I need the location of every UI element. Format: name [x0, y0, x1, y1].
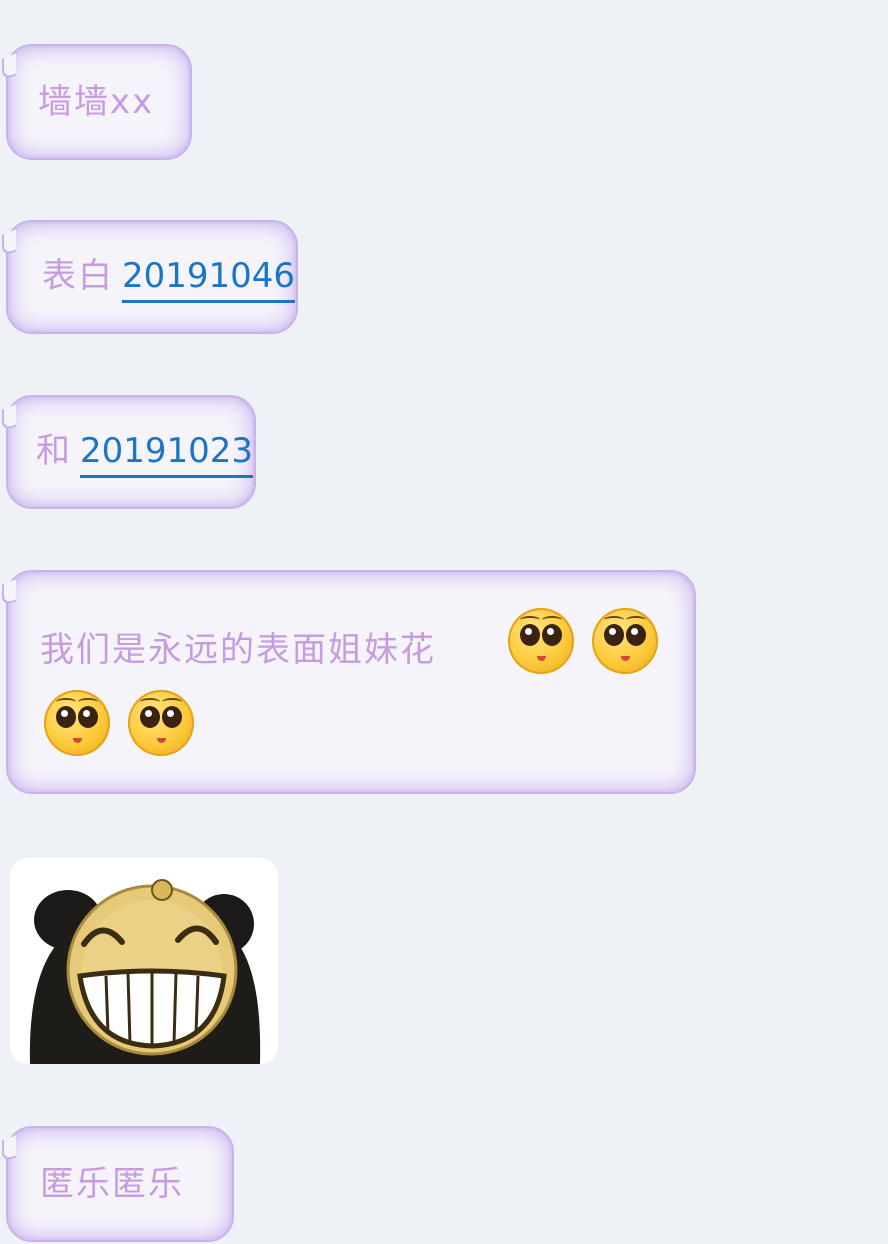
grinning-panda-icon — [29, 879, 261, 1064]
smile-emoji-icon — [128, 690, 194, 756]
message-text: 表白 — [42, 256, 114, 296]
message-bubble-3[interactable]: 和 20191023 — [6, 395, 256, 509]
smile-emoji-icon — [508, 608, 574, 674]
message-text: 匿乐匿乐 — [40, 1164, 184, 1204]
message-bubble-4[interactable]: 我们是永远的表面姐妹花 — [6, 570, 696, 794]
message-bubble-6[interactable]: 匿乐匿乐 — [6, 1126, 234, 1242]
message-text: 墙墙xx — [38, 82, 155, 122]
message-bubble-1[interactable]: 墙墙xx — [6, 44, 192, 160]
message-text: 和 — [36, 431, 72, 471]
student-id-link[interactable]: 20191046 — [122, 254, 296, 303]
student-id-link[interactable]: 20191023 — [80, 429, 254, 478]
message-bubble-2[interactable]: 表白 20191046 — [6, 220, 298, 334]
message-text: 我们是永远的表面姐妹花 — [40, 630, 436, 670]
smile-emoji-icon — [592, 608, 658, 674]
grinning-panda-sticker-image[interactable] — [10, 858, 278, 1064]
smile-emoji-icon — [44, 690, 110, 756]
